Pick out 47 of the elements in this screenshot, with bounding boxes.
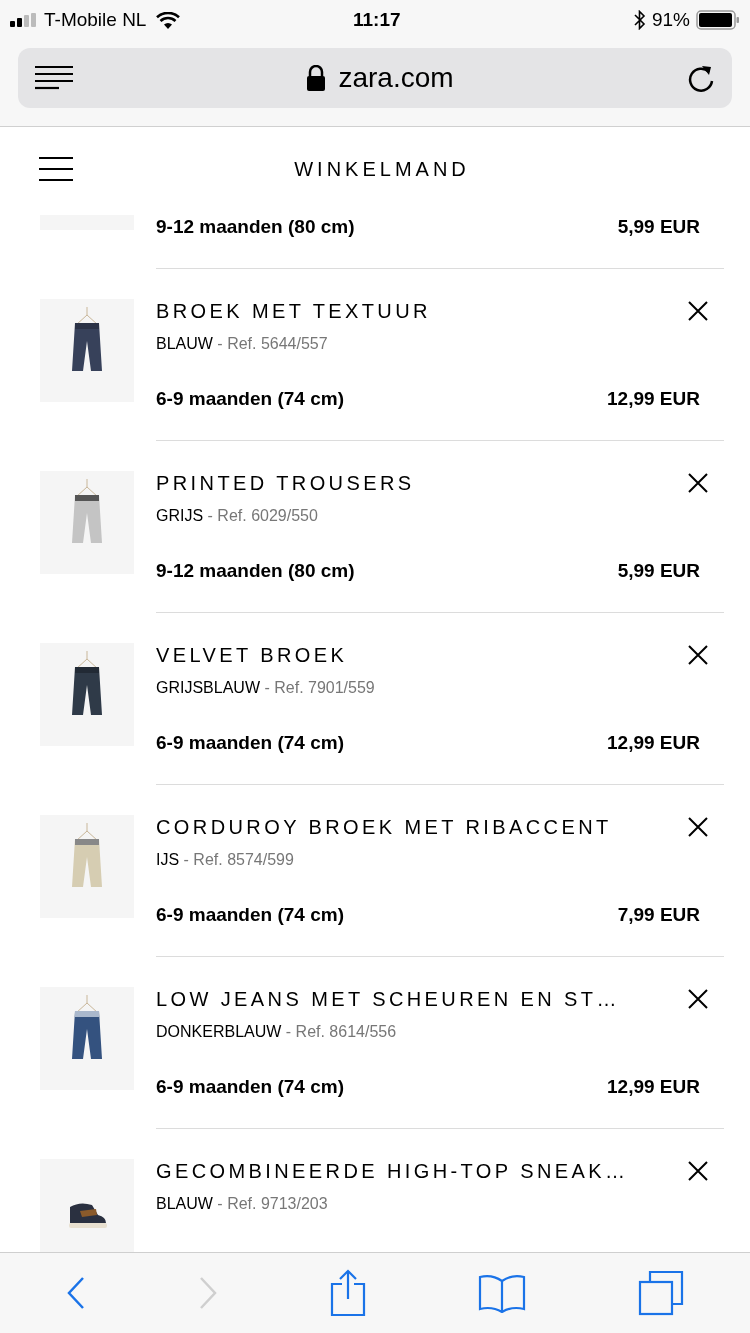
battery-percentage: 91% [651, 7, 690, 32]
price: 12,99 EUR [607, 1074, 700, 1099]
price: 5,99 EUR [617, 558, 700, 583]
lock-icon [306, 65, 327, 91]
product-color-ref: BLAUW - Ref. 9713/203 [156, 1194, 328, 1214]
carrier-name: T-Mobile NL [44, 7, 147, 32]
url-text: zara.com [338, 61, 454, 95]
close-icon[interactable] [688, 817, 708, 837]
price: 5,99 EUR [617, 215, 700, 239]
close-icon[interactable] [688, 645, 708, 665]
product-name[interactable]: GECOMBINEERDE HIGH-TOP SNEAK… [156, 1159, 629, 1183]
product-color-ref: IJS - Ref. 8574/599 [156, 850, 294, 870]
price: 7,99 EUR [617, 902, 700, 927]
back-icon[interactable] [66, 1276, 86, 1310]
bookmarks-icon[interactable] [478, 1273, 526, 1313]
product-name[interactable]: LOW JEANS MET SCHEUREN EN ST… [156, 987, 620, 1011]
product-color-ref: GRIJS - Ref. 6029/550 [156, 506, 318, 526]
product-name[interactable]: CORDUROY BROEK MET RIBACCENT [156, 815, 612, 839]
size-label: 6-9 maanden (74 cm) [156, 386, 344, 411]
clock-time: 11:17 [353, 7, 401, 32]
bluetooth-icon [633, 10, 646, 30]
address-bar[interactable]: zara.com [18, 48, 732, 108]
tabs-icon[interactable] [638, 1270, 684, 1316]
price: 12,99 EUR [607, 730, 700, 755]
size-label: 6-9 maanden (74 cm) [156, 902, 344, 927]
size-label: 6-9 maanden (74 cm) [156, 1074, 344, 1099]
wifi-icon [156, 11, 181, 29]
product-color-ref: GRIJSBLAUW - Ref. 7901/559 [156, 678, 375, 698]
price: 12,99 EUR [607, 386, 700, 411]
product-name[interactable]: BROEK MET TEXTUUR [156, 299, 431, 323]
reader-icon[interactable] [35, 65, 73, 91]
menu-icon[interactable] [39, 157, 73, 181]
product-name[interactable]: VELVET BROEK [156, 643, 348, 667]
size-label: 9-12 maanden (80 cm) [156, 215, 355, 239]
product-name[interactable]: PRINTED TROUSERS [156, 471, 415, 495]
product-color-ref: DONKERBLAUW - Ref. 8614/556 [156, 1022, 397, 1042]
close-icon[interactable] [688, 1161, 708, 1181]
share-icon[interactable] [330, 1269, 366, 1317]
size-label: 6-9 maanden (74 cm) [156, 730, 344, 755]
page-title: WINKELMAND [294, 157, 470, 182]
close-icon[interactable] [688, 301, 708, 321]
reload-icon[interactable] [687, 63, 715, 93]
close-icon[interactable] [688, 473, 708, 493]
close-icon[interactable] [688, 989, 708, 1009]
product-color-ref: BLAUW - Ref. 5644/557 [156, 334, 328, 354]
size-label: 9-12 maanden (80 cm) [156, 558, 355, 583]
battery-icon [696, 10, 740, 30]
